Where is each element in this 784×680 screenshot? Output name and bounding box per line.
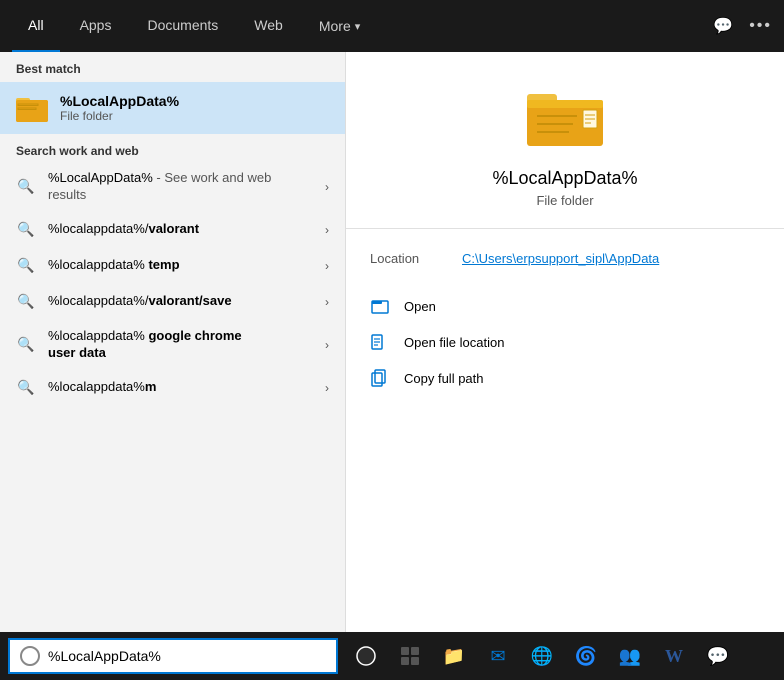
tab-all[interactable]: All: [12, 0, 60, 52]
word-icon[interactable]: W: [654, 636, 694, 676]
list-item[interactable]: 🔍 %LocalAppData% - See work and web resu…: [0, 162, 345, 212]
best-match-subtitle: File folder: [60, 109, 179, 123]
list-item[interactable]: 🔍 %localappdata% google chromeuser data …: [0, 320, 345, 370]
search-icon: 🔍: [16, 177, 36, 197]
chevron-right-icon: ›: [325, 381, 329, 395]
list-item[interactable]: 🔍 %localappdata%/valorant ›: [0, 212, 345, 248]
edge-icon[interactable]: 🌀: [566, 636, 606, 676]
open-icon: [370, 296, 390, 316]
location-value[interactable]: C:\Users\erpsupport_sipl\AppData: [462, 251, 659, 266]
more-label: More: [319, 18, 351, 34]
main-area: Best match %LocalAppData% File folder Se…: [0, 52, 784, 660]
discord-icon[interactable]: 💬: [698, 636, 738, 676]
best-match-label: Best match: [0, 52, 345, 82]
open-label: Open: [404, 299, 436, 314]
teams-icon[interactable]: 👥: [610, 636, 650, 676]
divider: [346, 228, 784, 229]
search-icon: 🔍: [16, 335, 36, 355]
result-text: %localappdata%m: [48, 379, 313, 396]
search-icon: 🔍: [16, 378, 36, 398]
left-panel: Best match %LocalAppData% File folder Se…: [0, 52, 345, 660]
file-location-icon: [370, 332, 390, 352]
taskbar-search-box[interactable]: [8, 638, 338, 674]
list-item[interactable]: 🔍 %localappdata%/valorant/save ›: [0, 284, 345, 320]
list-item[interactable]: 🔍 %localappdata% temp ›: [0, 248, 345, 284]
widgets-icon[interactable]: [390, 636, 430, 676]
chevron-right-icon: ›: [325, 295, 329, 309]
search-icon: 🔍: [16, 292, 36, 312]
open-file-location-button[interactable]: Open file location: [346, 324, 784, 360]
taskbar-search-input[interactable]: [48, 648, 326, 664]
outlook-icon[interactable]: ✉: [478, 636, 518, 676]
tab-documents[interactable]: Documents: [131, 0, 234, 52]
taskbar: 📁 ✉ 🌐 🌀 👥 W 💬: [0, 632, 784, 680]
task-view-icon[interactable]: [346, 636, 386, 676]
location-row: Location C:\Users\erpsupport_sipl\AppDat…: [346, 245, 784, 272]
chevron-right-icon: ›: [325, 259, 329, 273]
more-chevron-icon: ▾: [355, 20, 361, 33]
copy-icon: [370, 368, 390, 388]
open-button[interactable]: Open: [346, 288, 784, 324]
tab-more[interactable]: More ▾: [303, 0, 376, 52]
open-file-location-label: Open file location: [404, 335, 504, 350]
tab-apps[interactable]: Apps: [64, 0, 128, 52]
chevron-right-icon: ›: [325, 223, 329, 237]
chevron-right-icon: ›: [325, 338, 329, 352]
copy-full-path-button[interactable]: Copy full path: [346, 360, 784, 396]
feedback-icon[interactable]: 💬: [713, 16, 733, 36]
chrome-icon[interactable]: 🌐: [522, 636, 562, 676]
nav-right-icons: 💬 •••: [713, 16, 772, 36]
result-title: %LocalAppData%: [492, 168, 637, 189]
list-item[interactable]: 🔍 %localappdata%m ›: [0, 370, 345, 406]
location-label: Location: [370, 251, 450, 266]
search-icon: 🔍: [16, 256, 36, 276]
search-work-web-label: Search work and web: [0, 134, 345, 162]
best-match-item[interactable]: %LocalAppData% File folder: [0, 82, 345, 134]
top-nav: All Apps Documents Web More ▾ 💬 •••: [0, 0, 784, 52]
tab-web[interactable]: Web: [238, 0, 299, 52]
result-text: %LocalAppData% - See work and web result…: [48, 170, 313, 204]
result-text: %localappdata%/valorant: [48, 221, 313, 238]
result-text: %localappdata%/valorant/save: [48, 293, 313, 310]
chevron-right-icon: ›: [325, 180, 329, 194]
result-text: %localappdata% temp: [48, 257, 313, 274]
more-options-icon[interactable]: •••: [749, 17, 772, 35]
best-match-title: %LocalAppData%: [60, 93, 179, 109]
folder-icon-large: [525, 82, 605, 152]
folder-icon-small: [16, 92, 48, 124]
copy-full-path-label: Copy full path: [404, 371, 484, 386]
best-match-text: %LocalAppData% File folder: [60, 93, 179, 123]
result-subtitle: File folder: [536, 193, 593, 208]
search-icon: 🔍: [16, 220, 36, 240]
taskbar-search-circle-icon: [20, 646, 40, 666]
result-text: %localappdata% google chromeuser data: [48, 328, 313, 362]
right-panel: %LocalAppData% File folder Location C:\U…: [345, 52, 784, 660]
file-explorer-icon[interactable]: 📁: [434, 636, 474, 676]
